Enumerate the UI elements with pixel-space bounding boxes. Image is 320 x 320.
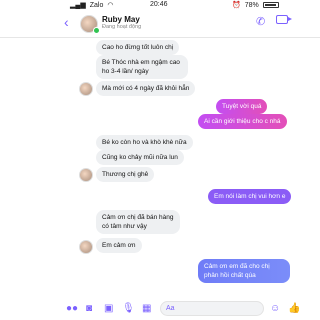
contact-status: Đang hoạt động <box>102 24 142 30</box>
signal-icon: ▂▄▆ <box>70 2 86 9</box>
composer-bar: ●● ◙ ▣ 🎙 ▦ Aa ☺ 👍 <box>0 298 320 320</box>
chat-header: ‹ Ruby May Đang hoạt động ✆ <box>0 11 320 38</box>
status-bar: ▂▄▆ Zalo ◠ 20:46 ⏰ 78% <box>0 0 320 11</box>
message-received: Cảm ơn chị đã bán hàng có tâm như vậy <box>96 210 180 234</box>
sender-avatar <box>79 82 93 96</box>
message-input[interactable]: Aa <box>160 301 264 316</box>
video-call-icon[interactable] <box>276 15 292 24</box>
back-icon[interactable]: ‹ <box>64 14 69 30</box>
message-received: Mà mới có 4 ngày đã khỏi hẳn <box>96 81 196 96</box>
message-sent: Ai cần giới thiệu cho c nhá <box>198 114 287 129</box>
battery-icon <box>262 2 279 8</box>
sender-avatar <box>79 168 93 182</box>
phone-icon[interactable]: ✆ <box>256 15 265 28</box>
sticker-icon[interactable]: ▦ <box>142 303 151 314</box>
message-received: Thương chị ghê <box>96 167 155 182</box>
message-received: Cũng ko chảy mũi nữa lun <box>96 150 184 165</box>
clock: 20:46 <box>150 1 168 8</box>
message-received: Bé Thóc nhà em ngậm cao ho 3-4 lần/ ngày <box>96 55 188 79</box>
image-icon[interactable]: ▣ <box>104 303 113 314</box>
message-sent: Tuyệt vời quá <box>216 99 268 114</box>
alarm-icon: ⏰ <box>232 2 241 9</box>
microphone-icon[interactable]: 🎙 <box>122 303 135 314</box>
input-placeholder: Aa <box>166 305 175 312</box>
wifi-icon: ◠ <box>107 2 114 9</box>
message-received: Cao ho đừng tốt luôn chị <box>96 40 180 55</box>
carrier-label: Zalo <box>89 1 104 9</box>
like-icon[interactable]: 👍 <box>288 303 300 314</box>
status-right: ⏰ 78% <box>232 1 279 9</box>
contact-name[interactable]: Ruby May <box>102 15 140 24</box>
status-left: ▂▄▆ Zalo ◠ <box>70 1 114 10</box>
battery-label: 78% <box>244 1 259 9</box>
message-sent: Cảm ơn em đã cho chị phản hồi chất qúa <box>198 259 290 283</box>
emoji-icon[interactable]: ☺ <box>270 303 280 314</box>
message-received: Bé ko còn ho và khò khè nữa <box>96 135 193 150</box>
message-received: Em cảm ơn <box>96 238 142 253</box>
sender-avatar <box>79 240 93 254</box>
menu-dots-icon[interactable]: ●● <box>66 303 78 314</box>
camera-icon[interactable]: ◙ <box>86 303 92 314</box>
online-indicator <box>93 27 100 34</box>
message-sent: Em nói làm chị vui hơn e <box>208 189 292 204</box>
